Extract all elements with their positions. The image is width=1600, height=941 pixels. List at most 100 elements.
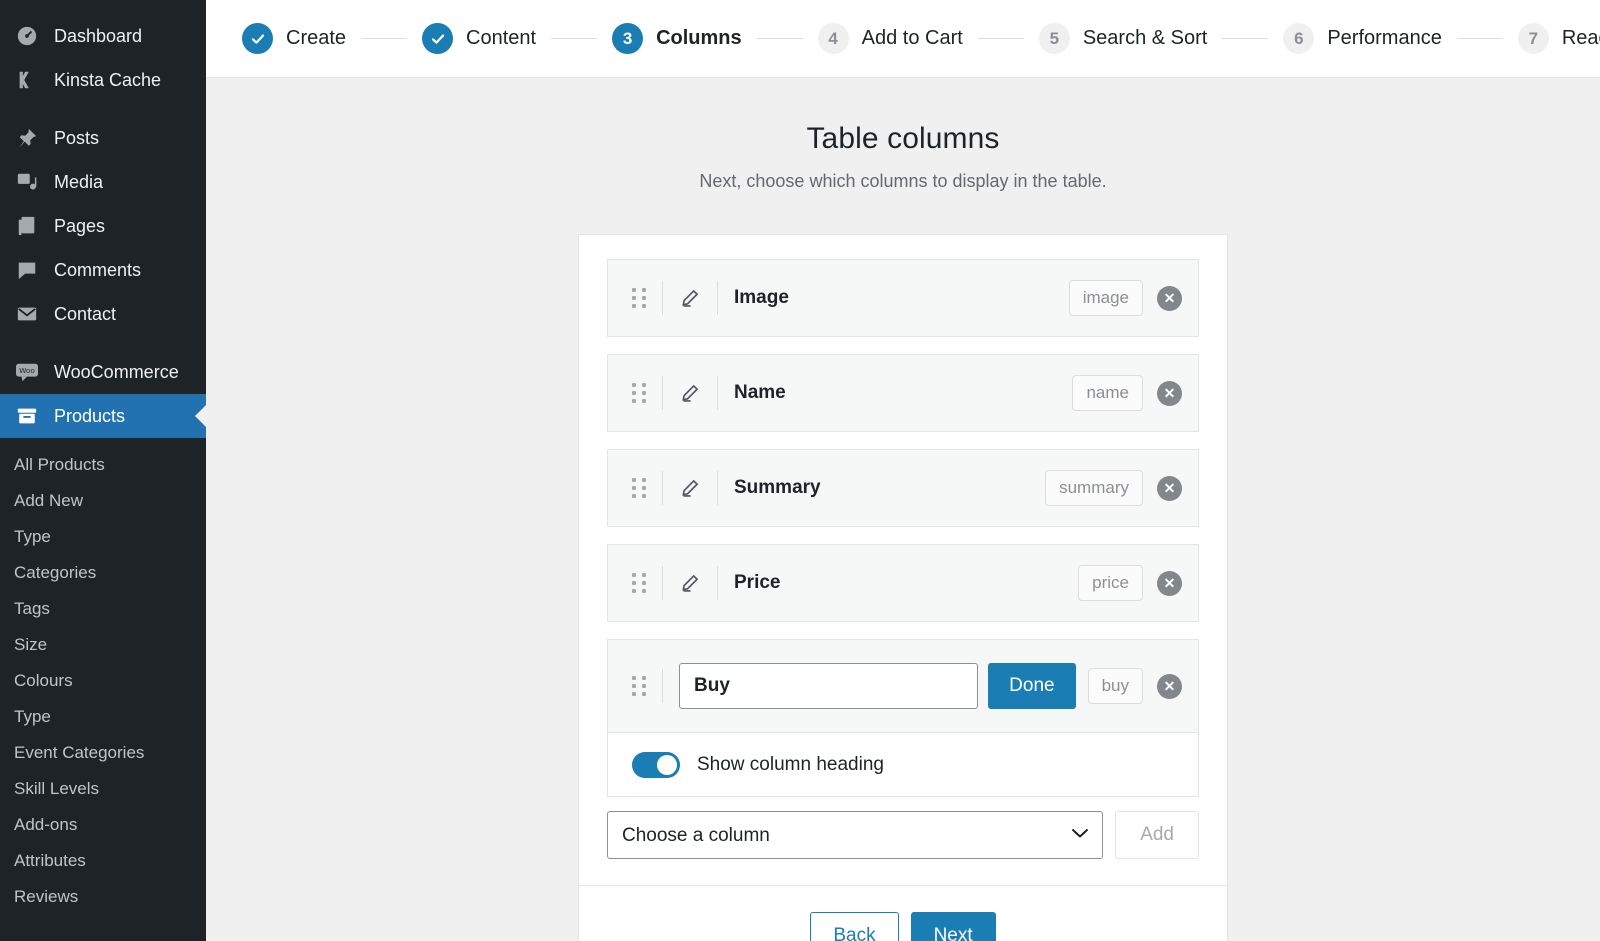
table-row[interactable]: Name name ✕	[607, 354, 1199, 432]
drag-handle-icon[interactable]	[632, 573, 646, 593]
submenu-item-add-ons[interactable]: Add-ons	[0, 807, 206, 843]
sidebar-item-woocommerce[interactable]: Woo WooCommerce	[0, 350, 206, 394]
back-button[interactable]: Back	[810, 912, 898, 941]
step-performance[interactable]: 6 Performance	[1283, 23, 1442, 54]
sidebar-item-label: Contact	[54, 305, 116, 323]
page-subtitle: Next, choose which columns to display in…	[206, 171, 1600, 192]
pages-icon	[14, 213, 40, 239]
step-add-to-cart[interactable]: 4 Add to Cart	[818, 23, 963, 54]
drag-handle-icon[interactable]	[632, 383, 646, 403]
table-row[interactable]: Summary summary ✕	[607, 449, 1199, 527]
comment-bubble-icon	[14, 257, 40, 283]
sidebar-item-label: Products	[54, 407, 125, 425]
sidebar-item-dashboard[interactable]: Dashboard	[0, 14, 206, 58]
divider	[662, 669, 663, 703]
step-content[interactable]: Content	[422, 23, 536, 54]
media-icon	[14, 169, 40, 195]
sidebar-item-pages[interactable]: Pages	[0, 204, 206, 248]
check-icon	[422, 23, 453, 54]
active-indicator-arrow	[195, 405, 206, 427]
submenu-item-type[interactable]: Type	[0, 519, 206, 555]
pencil-icon[interactable]	[679, 287, 701, 309]
columns-card: Image image ✕ Name name ✕	[578, 234, 1228, 941]
edit-row-bottom: Show column heading	[608, 732, 1198, 796]
remove-column-button[interactable]: ✕	[1157, 571, 1182, 596]
drag-handle-icon[interactable]	[632, 676, 646, 696]
column-slug-badge: buy	[1088, 668, 1143, 704]
submenu-item-all-products[interactable]: All Products	[0, 447, 206, 483]
wizard-body: Table columns Next, choose which columns…	[206, 78, 1600, 941]
column-name: Summary	[734, 477, 1045, 499]
step-number: 6	[1283, 23, 1314, 54]
next-button[interactable]: Next	[911, 912, 996, 941]
step-number: 5	[1039, 23, 1070, 54]
step-label: Columns	[656, 27, 742, 50]
divider	[662, 376, 663, 410]
sidebar-item-kinsta-cache[interactable]: Kinsta Cache	[0, 58, 206, 102]
column-heading-input[interactable]	[679, 663, 978, 709]
pin-icon	[14, 125, 40, 151]
step-connector	[978, 38, 1024, 39]
remove-column-button[interactable]: ✕	[1157, 381, 1182, 406]
add-column-row: Choose a column Add	[607, 811, 1199, 885]
sidebar-item-contact[interactable]: Contact	[0, 292, 206, 336]
step-create[interactable]: Create	[242, 23, 346, 54]
sidebar-item-label: Kinsta Cache	[54, 71, 161, 89]
sidebar-item-products[interactable]: Products	[0, 394, 206, 438]
step-number: 4	[818, 23, 849, 54]
submenu-item-categories[interactable]: Categories	[0, 555, 206, 591]
pencil-icon[interactable]	[679, 572, 701, 594]
submenu-item-reviews[interactable]: Reviews	[0, 879, 206, 915]
divider	[662, 281, 663, 315]
admin-sidebar: Dashboard Kinsta Cache Posts Media	[0, 0, 206, 941]
submenu-item-tags[interactable]: Tags	[0, 591, 206, 627]
sidebar-item-comments[interactable]: Comments	[0, 248, 206, 292]
wizard-footer: Back Next	[579, 885, 1227, 941]
show-column-heading-toggle[interactable]	[632, 752, 680, 778]
admin-screen: Dashboard Kinsta Cache Posts Media	[0, 0, 1600, 941]
remove-column-button[interactable]: ✕	[1157, 286, 1182, 311]
step-search-and-sort[interactable]: 5 Search & Sort	[1039, 23, 1208, 54]
submenu-item-size[interactable]: Size	[0, 627, 206, 663]
step-label: Ready	[1562, 27, 1600, 50]
step-connector	[1222, 38, 1268, 39]
step-connector	[361, 38, 407, 39]
submenu-item-add-new[interactable]: Add New	[0, 483, 206, 519]
wizard-stepper: Create Content 3 Columns 4 Add to Cart	[206, 0, 1600, 78]
table-row-editing: Done buy ✕ Show column heading	[607, 639, 1199, 797]
sidebar-item-label: Comments	[54, 261, 141, 279]
check-icon	[242, 23, 273, 54]
step-number: 3	[612, 23, 643, 54]
drag-handle-icon[interactable]	[632, 288, 646, 308]
submenu-item-skill-levels[interactable]: Skill Levels	[0, 771, 206, 807]
choose-column-select[interactable]: Choose a column	[607, 811, 1103, 859]
submenu-item-type-2[interactable]: Type	[0, 699, 206, 735]
choose-column-select-wrap: Choose a column	[607, 811, 1103, 859]
submenu-item-event-categories[interactable]: Event Categories	[0, 735, 206, 771]
step-ready[interactable]: 7 Ready	[1518, 23, 1600, 54]
sidebar-item-label: Pages	[54, 217, 105, 235]
submenu-item-attributes[interactable]: Attributes	[0, 843, 206, 879]
pencil-icon[interactable]	[679, 477, 701, 499]
pencil-icon[interactable]	[679, 382, 701, 404]
column-slug-badge: summary	[1045, 470, 1143, 506]
sidebar-divider	[0, 102, 206, 116]
remove-column-button[interactable]: ✕	[1157, 476, 1182, 501]
remove-column-button[interactable]: ✕	[1157, 674, 1182, 699]
drag-handle-icon[interactable]	[632, 478, 646, 498]
add-column-button[interactable]: Add	[1115, 811, 1199, 859]
column-name: Name	[734, 382, 1072, 404]
svg-text:Woo: Woo	[19, 366, 35, 375]
step-columns[interactable]: 3 Columns	[612, 23, 742, 54]
sidebar-item-posts[interactable]: Posts	[0, 116, 206, 160]
submenu-item-colours[interactable]: Colours	[0, 663, 206, 699]
woocommerce-icon: Woo	[14, 359, 40, 385]
table-row[interactable]: Price price ✕	[607, 544, 1199, 622]
sidebar-item-media[interactable]: Media	[0, 160, 206, 204]
table-row[interactable]: Image image ✕	[607, 259, 1199, 337]
products-submenu: All Products Add New Type Categories Tag…	[0, 438, 206, 923]
done-button[interactable]: Done	[988, 663, 1075, 709]
step-connector	[757, 38, 803, 39]
edit-row-top: Done buy ✕	[608, 640, 1198, 732]
step-label: Performance	[1327, 27, 1442, 50]
